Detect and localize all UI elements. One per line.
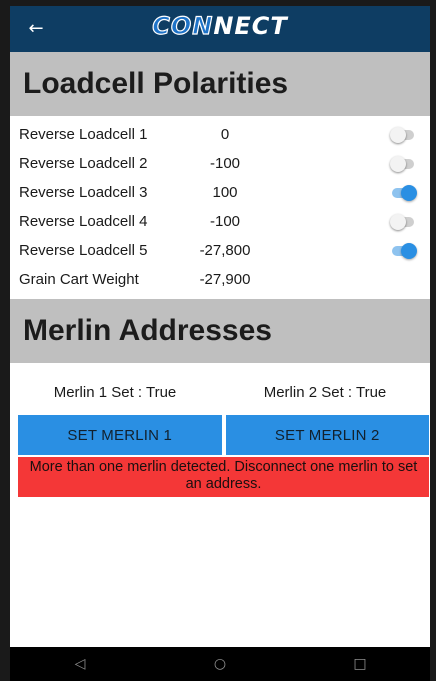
- loadcell-value: -100: [209, 213, 241, 230]
- loadcell-polarities-header: Loadcell Polarities: [10, 52, 430, 116]
- reverse-toggle-2[interactable]: [390, 156, 416, 172]
- reverse-toggle-3[interactable]: [390, 185, 417, 201]
- app-bar: ← CONNECT: [10, 6, 430, 52]
- loadcell-row-3: Reverse Loadcell 3 100: [10, 178, 430, 207]
- loadcell-row-4: Reverse Loadcell 4 -100: [10, 207, 430, 236]
- loadcell-list: Reverse Loadcell 1 0 Reverse Loadcell 2 …: [10, 116, 430, 294]
- nav-recents-icon[interactable]: □: [320, 656, 400, 672]
- app-screen: ← CONNECT Loadcell Polarities Reverse Lo…: [10, 6, 430, 681]
- nav-back-icon[interactable]: ◁: [40, 656, 120, 672]
- grain-cart-weight-label: Grain Cart Weight: [19, 271, 139, 288]
- loadcell-label: Reverse Loadcell 2: [19, 155, 148, 172]
- set-merlin-1-button[interactable]: SET MERLIN 1: [18, 415, 222, 455]
- grain-cart-weight-row: Grain Cart Weight -27,900: [10, 265, 430, 294]
- merlin-button-row: SET MERLIN 1 SET MERLIN 2: [10, 415, 430, 455]
- loadcell-value: -27,800: [199, 242, 251, 259]
- loadcell-label: Reverse Loadcell 1: [19, 126, 148, 143]
- nav-home-icon[interactable]: ○: [180, 656, 260, 672]
- grain-cart-weight-value: -27,900: [199, 271, 251, 288]
- loadcell-value: 100: [212, 184, 238, 201]
- loadcell-label: Reverse Loadcell 3: [19, 184, 148, 201]
- reverse-toggle-1[interactable]: [390, 127, 416, 143]
- loadcell-value: 0: [220, 126, 230, 143]
- merlin-addresses-header: Merlin Addresses: [10, 299, 430, 363]
- reverse-toggle-5[interactable]: [390, 243, 417, 259]
- loadcell-row-1: Reverse Loadcell 1 0: [10, 120, 430, 149]
- loadcell-row-5: Reverse Loadcell 5 -27,800: [10, 236, 430, 265]
- logo-suffix: NECT: [213, 12, 288, 40]
- loadcell-label: Reverse Loadcell 5: [19, 242, 148, 259]
- set-merlin-2-button[interactable]: SET MERLIN 2: [225, 415, 429, 455]
- connect-logo: CONNECT: [10, 11, 430, 40]
- logo-prefix: CON: [152, 11, 214, 40]
- loadcell-value: -100: [209, 155, 241, 172]
- merlin-1-status: Merlin 1 Set : True: [53, 384, 177, 401]
- loadcell-label: Reverse Loadcell 4: [19, 213, 148, 230]
- reverse-toggle-4[interactable]: [390, 214, 416, 230]
- merlin-status-row: Merlin 1 Set : True Merlin 2 Set : True: [10, 363, 430, 415]
- loadcell-row-2: Reverse Loadcell 2 -100: [10, 149, 430, 178]
- android-nav-bar: ◁ ○ □: [10, 647, 430, 681]
- error-banner: More than one merlin detected. Disconnec…: [18, 457, 429, 497]
- merlin-2-status: Merlin 2 Set : True: [263, 384, 387, 401]
